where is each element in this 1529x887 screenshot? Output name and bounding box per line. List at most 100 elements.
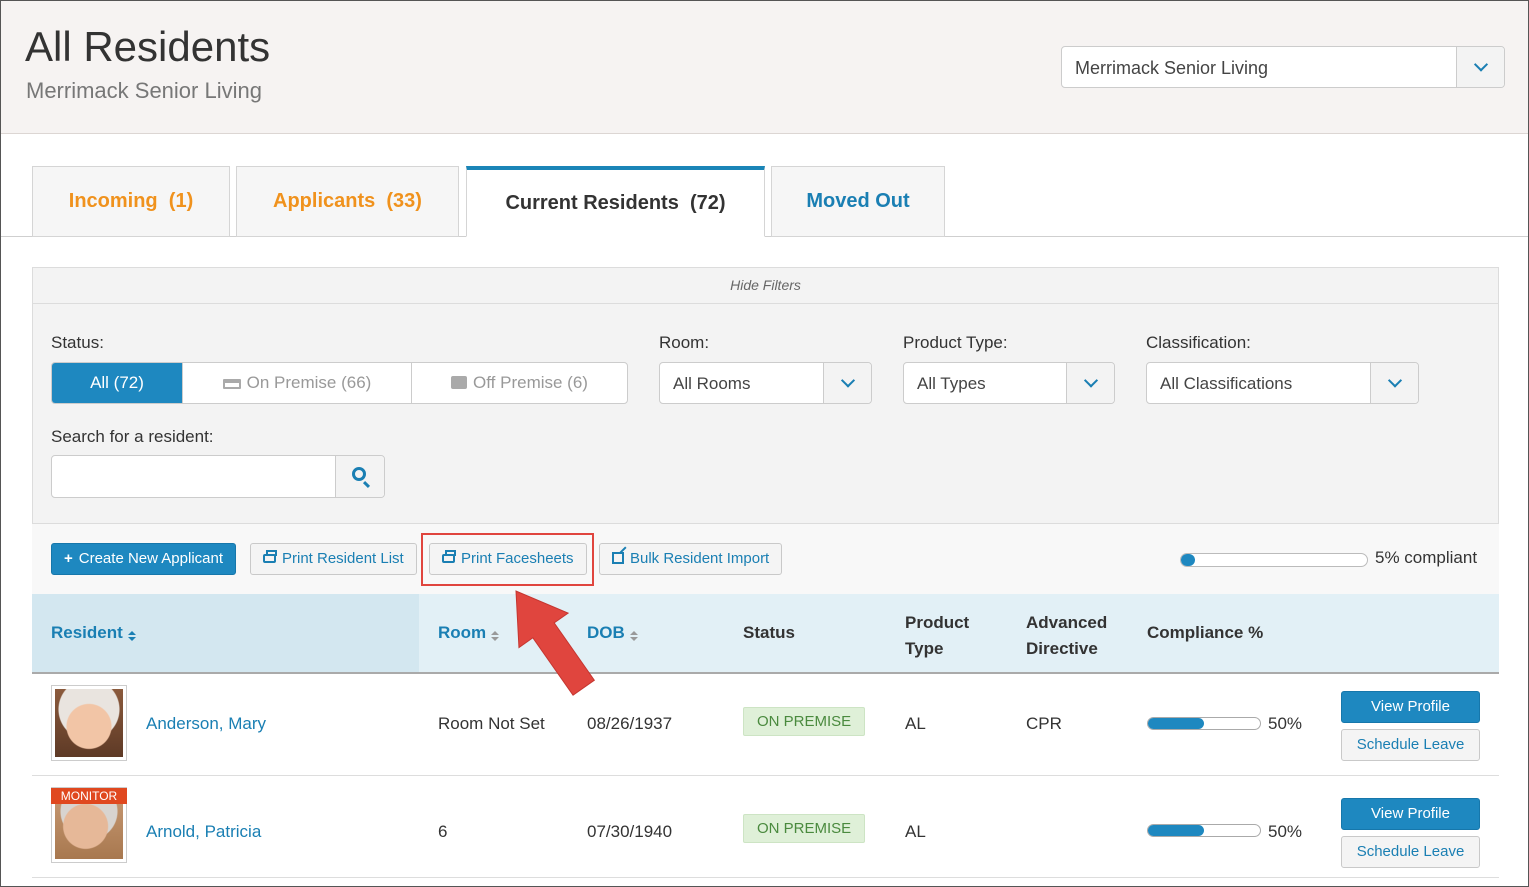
status-all-button[interactable]: All (72) [52,363,182,403]
header-advanced-directive: Advanced Directive [1026,610,1107,662]
header-resident[interactable]: Resident [51,623,136,643]
resident-name-link[interactable]: Anderson, Mary [146,714,266,734]
room-select[interactable]: All Rooms [659,362,872,404]
compliance-cell: 50% [1268,714,1303,733]
printer-icon [263,550,277,563]
page-header: All Residents Merrimack Senior Living Me… [1,1,1528,134]
chevron-down-icon [1083,373,1098,388]
community-select-toggle[interactable] [1456,47,1504,87]
print-resident-list-button[interactable]: Print Resident List [250,543,417,575]
search-label: Search for a resident: [51,427,214,446]
page-title: All Residents [25,23,271,70]
community-select[interactable]: Merrimack Senior Living [1061,46,1505,88]
status-badge: ON PREMISE [743,814,866,843]
schedule-leave-button[interactable]: Schedule Leave [1341,729,1480,761]
community-select-value: Merrimack Senior Living [1075,58,1269,78]
table-header: Resident Room DOB Status Product Type Adv… [32,594,1499,674]
tab-current-residents-label: Current Residents [505,192,679,214]
status-off-premise-label: Off Premise (6) [473,373,588,392]
status-all-label: All (72) [90,373,144,392]
header-product-type-line1: Product [905,613,970,632]
status-filter-group: All (72) On Premise (66) Off Premise (6) [51,362,628,404]
product-type-select-value: All Types [917,374,986,393]
external-link-icon [612,552,624,564]
status-badge: ON PREMISE [743,707,866,736]
table-row: MONITOR Arnold, Patricia 6 07/30/1940 ON… [32,776,1499,878]
header-room[interactable]: Room [438,623,500,643]
product-type-filter-label: Product Type: [903,333,1008,352]
bed-icon [222,379,241,389]
product-type-cell: AL [905,714,926,733]
tab-moved-out-label: Moved Out [806,190,910,212]
tab-moved-out[interactable]: Moved Out [771,166,945,237]
compliance-bar-fill [1148,718,1204,729]
compliance-bar [1147,824,1261,837]
header-compliance: Compliance % [1147,623,1264,642]
compliance-progress-bar [1180,553,1368,567]
compliance-bar-fill [1148,825,1204,836]
header-resident-label: Resident [51,623,123,642]
header-room-label: Room [438,623,487,642]
product-type-select-toggle[interactable] [1066,363,1114,403]
status-on-premise-button[interactable]: On Premise (66) [182,363,411,403]
compliance-cell: 50% [1268,822,1303,841]
suitcase-icon [451,376,468,389]
header-dob[interactable]: DOB [587,623,638,643]
create-new-applicant-label: Create New Applicant [78,550,224,567]
status-filter-label: Status: [51,333,104,352]
hide-filters-toggle[interactable]: Hide Filters [33,268,1498,304]
search-input[interactable] [52,456,335,497]
dob-cell: 07/30/1940 [587,822,673,841]
room-cell: Room Not Set [438,714,545,733]
header-dob-label: DOB [587,623,625,642]
header-advanced-directive-line1: Advanced [1026,613,1108,632]
compliance-text: 5% compliant [1375,548,1478,567]
dob-cell: 08/26/1937 [587,714,673,733]
bulk-resident-import-label: Bulk Resident Import [630,550,770,567]
create-new-applicant-button[interactable]: + Create New Applicant [51,543,237,575]
schedule-leave-button[interactable]: Schedule Leave [1341,836,1480,868]
chevron-down-icon [1387,373,1402,388]
table-row: Anderson, Mary Room Not Set 08/26/1937 O… [32,674,1499,776]
tab-current-residents-count: (72) [689,192,726,214]
header-advanced-directive-line2: Directive [1026,639,1098,658]
tab-incoming[interactable]: Incoming (1) [32,166,230,237]
plus-icon: + [64,550,73,567]
compliance-progress-fill [1181,554,1195,566]
classification-filter-label: Classification: [1146,333,1251,352]
search-button[interactable] [335,456,384,497]
chevron-down-icon [1473,57,1488,72]
view-profile-button[interactable]: View Profile [1341,798,1480,830]
tab-incoming-label: Incoming [68,190,158,212]
monitor-badge: MONITOR [51,788,127,804]
room-filter-label: Room: [659,333,710,352]
compliance-bar [1147,717,1261,730]
resident-photo [55,689,123,757]
header-product-type: Product Type [905,610,969,662]
tab-current-residents[interactable]: Current Residents (72) [466,166,765,237]
search-icon [352,467,366,481]
product-type-select[interactable]: All Types [903,362,1115,404]
advanced-directive-cell: CPR [1026,714,1062,733]
page-subtitle: Merrimack Senior Living [26,78,262,103]
bulk-resident-import-button[interactable]: Bulk Resident Import [599,543,783,575]
header-product-type-line2: Type [905,639,944,658]
room-select-toggle[interactable] [823,363,871,403]
filters-panel: Hide Filters Status: All (72) On Premise… [32,267,1499,524]
status-on-premise-label: On Premise (66) [246,373,372,392]
actions-toolbar: + Create New Applicant Print Resident Lis… [32,524,1499,594]
tab-applicants-count: (33) [386,190,422,212]
room-cell: 6 [438,822,448,841]
app-window: All Residents Merrimack Senior Living Me… [0,0,1529,887]
classification-select[interactable]: All Classifications [1146,362,1419,404]
avatar[interactable] [51,685,127,761]
search-group [51,455,385,498]
view-profile-button[interactable]: View Profile [1341,691,1480,723]
resident-name-link[interactable]: Arnold, Patricia [146,822,261,842]
print-resident-list-label: Print Resident List [282,550,404,567]
product-type-cell: AL [905,822,926,841]
tab-applicants-label: Applicants [273,190,376,212]
tab-applicants[interactable]: Applicants (33) [236,166,459,237]
classification-select-toggle[interactable] [1370,363,1418,403]
status-off-premise-button[interactable]: Off Premise (6) [411,363,627,403]
